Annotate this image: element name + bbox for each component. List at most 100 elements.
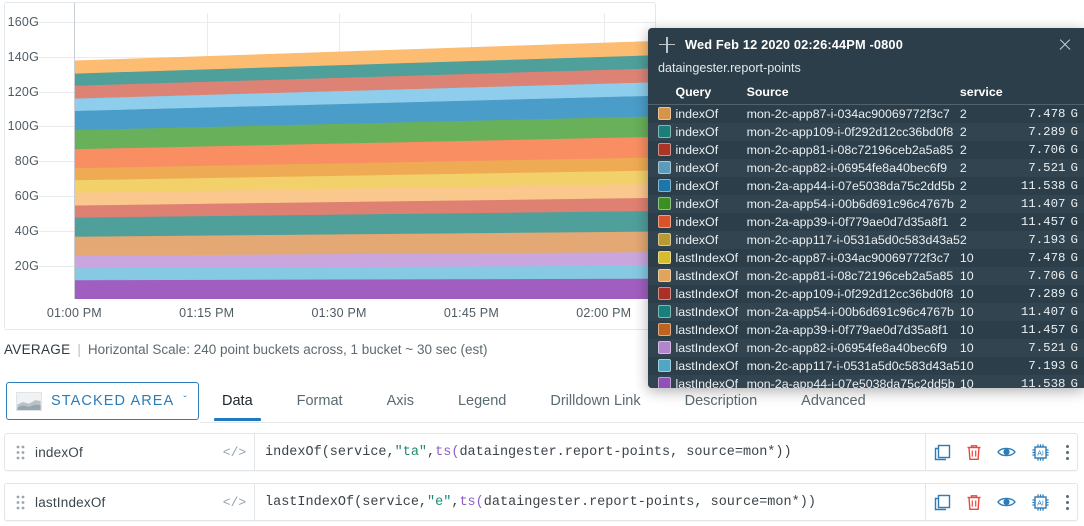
tab-label: Description: [684, 393, 758, 409]
tab-axis[interactable]: Axis: [365, 382, 436, 421]
eye-icon[interactable]: [996, 495, 1016, 509]
expr-string: "ta": [394, 444, 428, 460]
tooltip-row[interactable]: indexOf mon-2c-app109-i-0f292d12cc36bd0f8…: [648, 123, 1084, 141]
code-toggle-icon[interactable]: </>: [215, 434, 255, 470]
series-unit: G: [1070, 251, 1078, 265]
tooltip-row[interactable]: indexOf mon-2a-app54-i-00b6d691c96c4767b 2…: [648, 195, 1084, 213]
tooltip-row[interactable]: lastIndexOf mon-2c-app87-i-034ac90069772f…: [648, 249, 1084, 267]
tooltip-row[interactable]: indexOf mon-2c-app117-i-0531a5d0c583d43a5…: [648, 231, 1084, 249]
tab-list: Data Format Axis Legend Drilldown Link Descri…: [200, 382, 888, 423]
series-color-swatch: [648, 159, 675, 177]
series-color-swatch: [648, 285, 675, 303]
series-source: mon-2a-app44-i-07e5038da75c2dd5b: [746, 179, 955, 193]
ai-chip-icon[interactable]: AI: [1031, 443, 1050, 462]
series-value: 7.521: [1028, 161, 1066, 175]
query-name[interactable]: lastIndexOf: [35, 484, 215, 520]
tab-label: Drilldown Link: [550, 393, 641, 409]
tooltip-table-body: indexOf mon-2c-app87-i-034ac90069772f3c7 2…: [648, 105, 1084, 388]
ai-chip-icon[interactable]: AI: [1031, 493, 1050, 512]
tab-format[interactable]: Format: [275, 382, 365, 421]
tooltip-row[interactable]: lastIndexOf mon-2a-app39-i-0f779ae0d7d35a…: [648, 321, 1084, 339]
series-value: 7.289: [1028, 125, 1066, 139]
series-color-swatch: [648, 177, 675, 195]
code-toggle-icon[interactable]: </>: [215, 484, 255, 520]
y-tick-label: 160G: [7, 14, 39, 29]
series-source: mon-2c-app82-i-06954fe8a40bec6f9: [746, 341, 948, 355]
series-service: 10: [959, 377, 974, 388]
series-query: lastIndexOf: [675, 305, 739, 319]
drag-handle-icon[interactable]: [5, 484, 35, 520]
query-expression-input[interactable]: indexOf(service, "ta", ts(dataingester.r…: [255, 434, 925, 470]
series-query: lastIndexOf: [675, 287, 739, 301]
series-value: 7.706: [1028, 269, 1066, 283]
tooltip-row[interactable]: indexOf mon-2c-app87-i-034ac90069772f3c7 2…: [648, 105, 1084, 124]
color-swatch-icon: [658, 215, 671, 228]
trash-icon[interactable]: [966, 444, 982, 461]
tooltip-row[interactable]: lastIndexOf mon-2a-app44-i-07e5038da75c2d…: [648, 375, 1084, 388]
series-query: lastIndexOf: [675, 341, 739, 355]
kebab-menu-icon[interactable]: [1065, 444, 1070, 461]
chart-type-selector[interactable]: STACKED AREA ˇ: [6, 382, 199, 420]
series-color-swatch: [648, 249, 675, 267]
clone-icon[interactable]: [934, 494, 951, 511]
series-color-swatch: [648, 375, 675, 388]
tooltip-row[interactable]: lastIndexOf mon-2c-app109-i-0f292d12cc36b…: [648, 285, 1084, 303]
query-name[interactable]: indexOf: [35, 434, 215, 470]
tooltip-table-head: Query Source service: [648, 82, 1084, 105]
series-value: 11.457: [1020, 215, 1066, 229]
trash-icon[interactable]: [966, 494, 982, 511]
query-expression-input[interactable]: lastIndexOf(service, "e", ts(dataingeste…: [255, 484, 925, 520]
col-source: Source: [746, 82, 960, 105]
editor-tabs-row: STACKED AREA ˇ Data Format Axis Legend Drill…: [4, 382, 1084, 424]
separator: |: [77, 341, 81, 357]
tab-underline: [200, 422, 1084, 423]
series-source: mon-2c-app117-i-0531a5d0c583d43a5: [746, 359, 960, 373]
tooltip-metric-name: dataingester.report-points: [658, 61, 801, 75]
tab-drilldown-link[interactable]: Drilldown Link: [528, 382, 662, 421]
series-value: 11.538: [1020, 179, 1066, 193]
tooltip-row[interactable]: indexOf mon-2a-app39-i-0f779ae0d7d35a8f1 2…: [648, 213, 1084, 231]
color-swatch-icon: [658, 359, 671, 372]
chart-plot-area[interactable]: 160G 140G 120G 100G 80G 60G 40G 20G 01:00 PM 01:…: [8, 3, 655, 320]
expr-function: ts(: [459, 494, 484, 510]
chevron-down-icon: ˇ: [183, 395, 187, 406]
series-service: 10: [959, 323, 974, 337]
series-value: 7.193: [1028, 359, 1066, 373]
tooltip-row[interactable]: lastIndexOf mon-2c-app81-i-08c72196ceb2a5…: [648, 267, 1084, 285]
color-swatch-icon: [658, 233, 671, 246]
tab-data[interactable]: Data: [200, 382, 275, 421]
kebab-menu-icon[interactable]: [1065, 494, 1070, 511]
drag-handle-icon[interactable]: [5, 434, 35, 470]
clone-icon[interactable]: [934, 444, 951, 461]
series-unit: G: [1070, 161, 1078, 175]
expr-prefix: indexOf(service,: [265, 444, 395, 460]
series-source: mon-2a-app39-i-0f779ae0d7d35a8f1: [746, 215, 949, 229]
y-tick-label: 60G: [14, 189, 39, 204]
color-swatch-icon: [658, 143, 671, 156]
series-service: 2: [959, 107, 967, 121]
tooltip-timestamp: Wed Feb 12 2020 02:26:44PM -0800: [685, 37, 903, 52]
plus-icon[interactable]: [657, 35, 677, 55]
series-service: 2: [959, 143, 967, 157]
x-tick-label: 02:00 PM: [576, 306, 632, 320]
y-tick-label: 100G: [7, 119, 39, 134]
tooltip-row[interactable]: lastIndexOf mon-2a-app54-i-00b6d691c96c47…: [648, 303, 1084, 321]
tooltip-row[interactable]: indexOf mon-2a-app44-i-07e5038da75c2dd5b 2…: [648, 177, 1084, 195]
tooltip-row[interactable]: lastIndexOf mon-2c-app82-i-06954fe8a40bec…: [648, 339, 1084, 357]
series-value: 7.193: [1028, 233, 1066, 247]
color-swatch-icon: [658, 341, 671, 354]
tooltip-header-row: Query Source service: [648, 82, 1084, 105]
series-color-swatch: [648, 321, 675, 339]
svg-text:AI: AI: [1037, 500, 1044, 507]
expr-string: "e": [427, 494, 452, 510]
close-icon[interactable]: [1054, 34, 1076, 56]
tooltip-row[interactable]: indexOf mon-2c-app81-i-08c72196ceb2a5a85 2…: [648, 141, 1084, 159]
tooltip-row[interactable]: lastIndexOf mon-2c-app117-i-0531a5d0c583d…: [648, 357, 1084, 375]
tab-label: Axis: [386, 393, 414, 409]
eye-icon[interactable]: [996, 445, 1016, 459]
aggregation-label: AVERAGE: [4, 341, 71, 357]
series-source: mon-2c-app81-i-08c72196ceb2a5a85: [746, 269, 954, 283]
tab-legend[interactable]: Legend: [436, 382, 528, 421]
col-value: [1009, 82, 1066, 105]
tooltip-row[interactable]: indexOf mon-2c-app82-i-06954fe8a40bec6f9 2…: [648, 159, 1084, 177]
